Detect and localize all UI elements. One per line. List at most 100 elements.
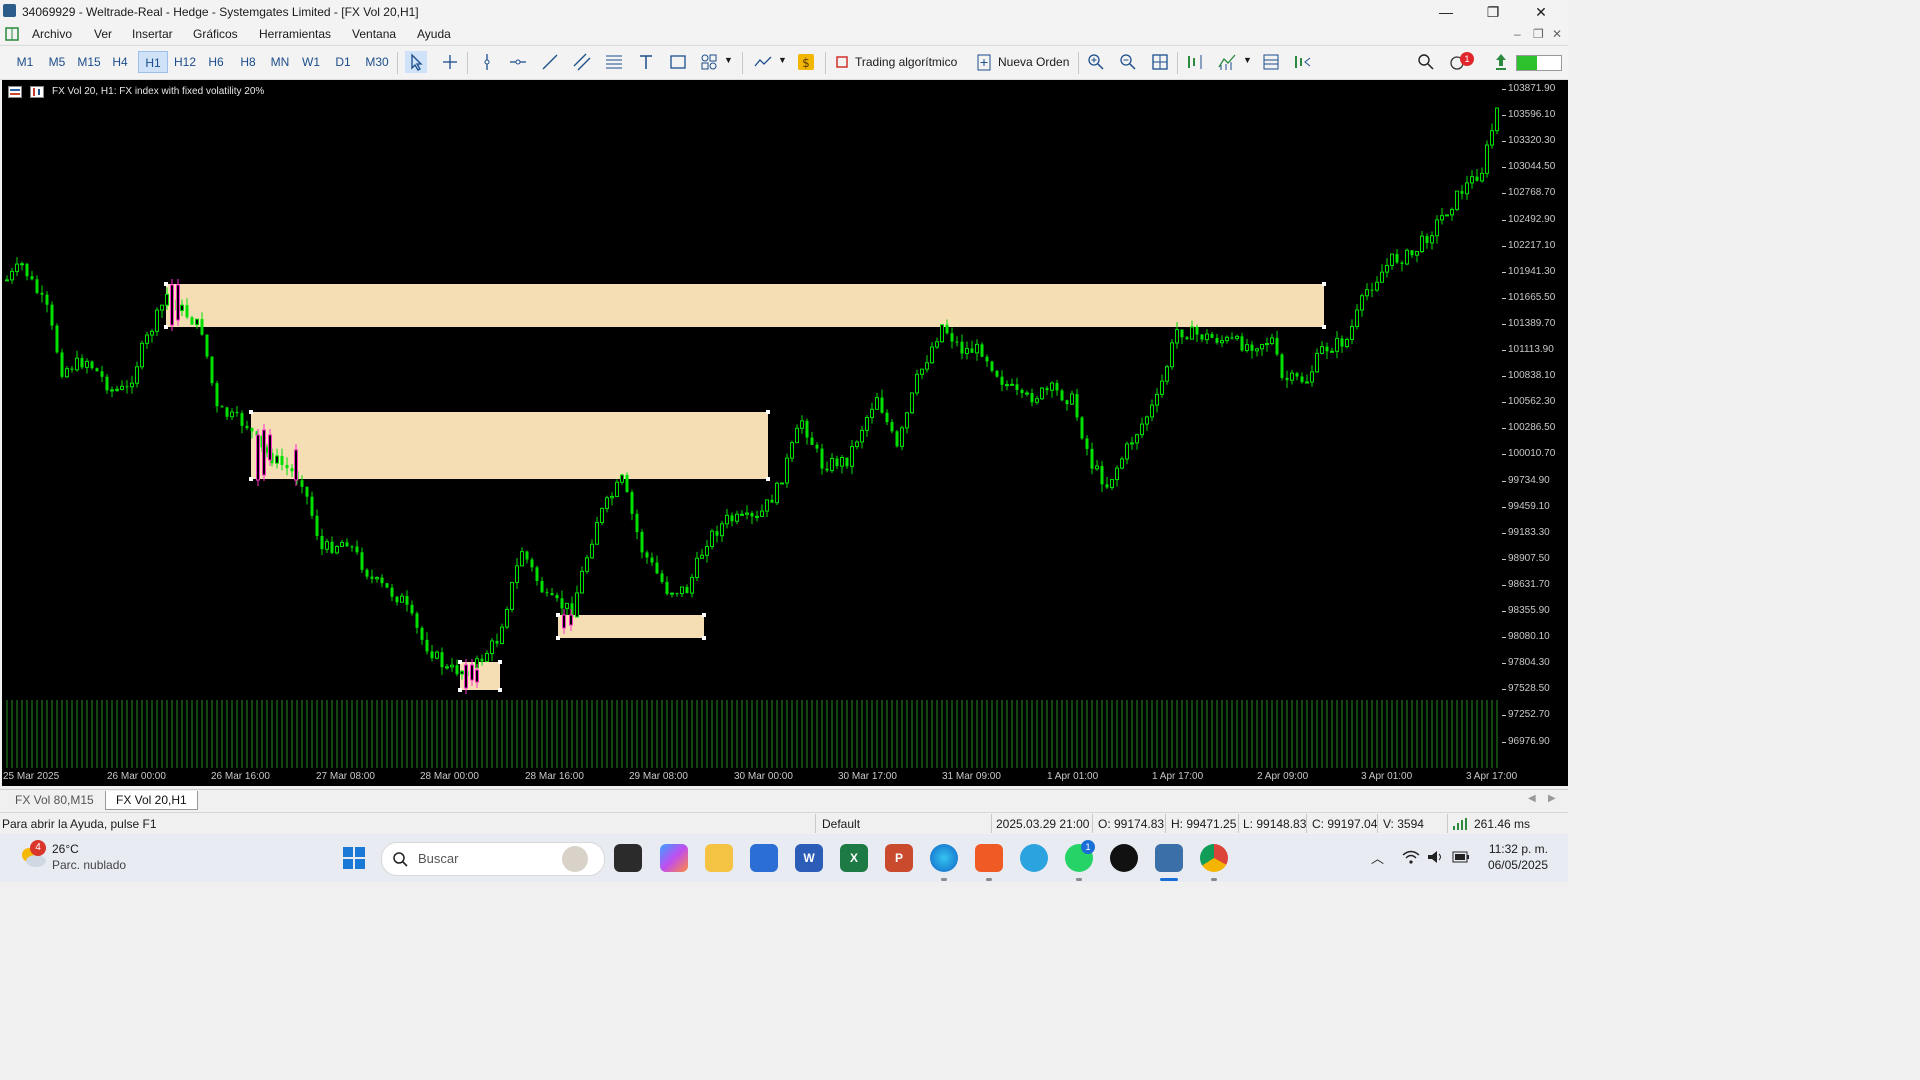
tab-scroll-left-icon[interactable]: ◀	[1528, 793, 1536, 804]
tab-fx-vol-20-h1[interactable]: FX Vol 20,H1	[105, 791, 198, 810]
trading-icon	[30, 86, 44, 98]
timeframe-h8[interactable]: H8	[236, 51, 260, 73]
horizontal-line-icon[interactable]	[507, 51, 529, 73]
profile-name[interactable]: Default	[822, 817, 860, 831]
maximize-button[interactable]: ❐	[1470, 0, 1516, 24]
candle-body	[1090, 448, 1094, 469]
telegram-icon[interactable]	[1020, 844, 1048, 872]
dollar-icon[interactable]: $	[795, 51, 817, 73]
menu-herramientas[interactable]: Herramientas	[259, 27, 331, 41]
algo-trading-button[interactable]: Trading algorítmico	[855, 55, 957, 69]
wifi-icon[interactable]	[1402, 850, 1420, 864]
connection-indicator	[1516, 55, 1562, 71]
weather-temp[interactable]: 26°C	[52, 842, 79, 856]
zoom-out-icon[interactable]	[1117, 51, 1139, 73]
menu-ventana[interactable]: Ventana	[352, 27, 396, 41]
chart-area[interactable]: FX Vol 20, H1: FX index with fixed volat…	[2, 80, 1502, 768]
chart-shift-icon[interactable]	[1184, 51, 1206, 73]
menu-ver[interactable]: Ver	[94, 27, 112, 41]
trendline-icon[interactable]	[539, 51, 561, 73]
candle-body	[1015, 384, 1019, 390]
clock-time[interactable]: 11:32 p. m.	[1488, 842, 1548, 856]
signal-arrow-icon[interactable]	[1490, 51, 1512, 73]
menu-graficos[interactable]: Gráficos	[193, 27, 238, 41]
child-minimize-button[interactable]: –	[1514, 27, 1521, 41]
timeframe-h6[interactable]: H6	[204, 51, 228, 73]
new-order-icon[interactable]	[973, 51, 995, 73]
edge-icon[interactable]	[930, 844, 958, 872]
rectangle-icon[interactable]	[667, 51, 689, 73]
timeframe-m30[interactable]: M30	[362, 51, 392, 73]
time-scale[interactable]: 25 Mar 2025 26 Mar 00:00 26 Mar 16:00 27 Ma…	[2, 768, 1517, 786]
channel-icon[interactable]	[571, 51, 593, 73]
chevron-up-icon[interactable]: ︿	[1371, 848, 1384, 867]
menu-insertar[interactable]: Insertar	[132, 27, 173, 41]
new-order-button[interactable]: Nueva Orden	[998, 55, 1069, 69]
fibonacci-icon[interactable]	[603, 51, 625, 73]
child-close-button[interactable]: ✕	[1552, 27, 1562, 41]
chevron-down-icon[interactable]: ▼	[1243, 55, 1252, 65]
candle-body	[1275, 337, 1279, 355]
close-button[interactable]: ✕	[1518, 0, 1564, 24]
timeframe-h12[interactable]: H12	[170, 51, 200, 73]
copilot-icon[interactable]	[660, 844, 688, 872]
price-scale[interactable]: 103871.90 103596.10 103320.30 103044.50 1027…	[1502, 80, 1568, 786]
candle-body	[875, 397, 879, 410]
timeframe-d1[interactable]: D1	[331, 51, 355, 73]
zoom-in-icon[interactable]	[1085, 51, 1107, 73]
timeframe-m15[interactable]: M15	[74, 51, 104, 73]
metatrader-icon[interactable]	[1155, 844, 1183, 872]
tile-windows-icon[interactable]	[1149, 51, 1171, 73]
brave-icon[interactable]	[975, 844, 1003, 872]
timeframe-m5[interactable]: M5	[44, 51, 70, 73]
minimize-button[interactable]: —	[1423, 0, 1469, 24]
candle-body	[425, 639, 429, 652]
templates-icon[interactable]	[1260, 51, 1282, 73]
taskbar-search[interactable]: Buscar	[381, 842, 605, 876]
candle-body	[905, 412, 909, 429]
timeframe-m1[interactable]: M1	[12, 51, 38, 73]
vertical-line-icon[interactable]	[476, 51, 498, 73]
algo-trading-icon[interactable]	[832, 51, 854, 73]
chrome-icon[interactable]	[1200, 844, 1228, 872]
cursor-icon[interactable]	[405, 51, 427, 73]
text-icon[interactable]	[635, 51, 657, 73]
crosshair-icon[interactable]	[439, 51, 461, 73]
shapes-icon[interactable]	[698, 51, 720, 73]
candle-body	[1210, 334, 1214, 338]
chatgpt-icon[interactable]	[1110, 844, 1138, 872]
app-icon	[3, 4, 16, 17]
candle-body	[250, 428, 254, 432]
timeframe-h4[interactable]: H4	[109, 51, 131, 73]
timeframe-h1[interactable]: H1	[138, 51, 168, 73]
timeframe-w1[interactable]: W1	[299, 51, 323, 73]
word-icon[interactable]: W	[795, 844, 823, 872]
store-icon[interactable]	[750, 844, 778, 872]
windows-start-icon[interactable]	[342, 846, 366, 870]
candle-body	[480, 658, 484, 662]
powerpoint-icon[interactable]: P	[885, 844, 913, 872]
indicator-icon[interactable]	[752, 51, 774, 73]
chevron-down-icon[interactable]: ▼	[778, 55, 787, 65]
candle-body	[1070, 393, 1074, 405]
magenta-candle-body	[470, 664, 474, 681]
battery-icon[interactable]	[1452, 850, 1470, 864]
clock-date[interactable]: 06/05/2025	[1484, 858, 1548, 872]
child-restore-button[interactable]: ❐	[1533, 27, 1544, 41]
indicators-list-icon[interactable]	[1216, 51, 1238, 73]
tab-fx-vol-80-m15[interactable]: FX Vol 80,M15	[5, 791, 104, 809]
chevron-down-icon[interactable]: ▼	[724, 55, 733, 65]
chart-canvas[interactable]	[2, 80, 1502, 768]
menu-ayuda[interactable]: Ayuda	[417, 27, 451, 41]
excel-icon[interactable]: X	[840, 844, 868, 872]
weather-desc[interactable]: Parc. nublado	[52, 858, 126, 872]
task-view-icon[interactable]	[614, 844, 642, 872]
tab-scroll-right-icon[interactable]: ▶	[1548, 793, 1556, 804]
search-icon[interactable]	[1415, 51, 1437, 73]
timeframe-mn[interactable]: MN	[266, 51, 294, 73]
candle-body	[5, 279, 9, 282]
volume-icon[interactable]	[1427, 850, 1445, 864]
autoscroll-icon[interactable]	[1291, 51, 1313, 73]
file-explorer-icon[interactable]	[705, 844, 733, 872]
menu-archivo[interactable]: Archivo	[32, 27, 72, 41]
